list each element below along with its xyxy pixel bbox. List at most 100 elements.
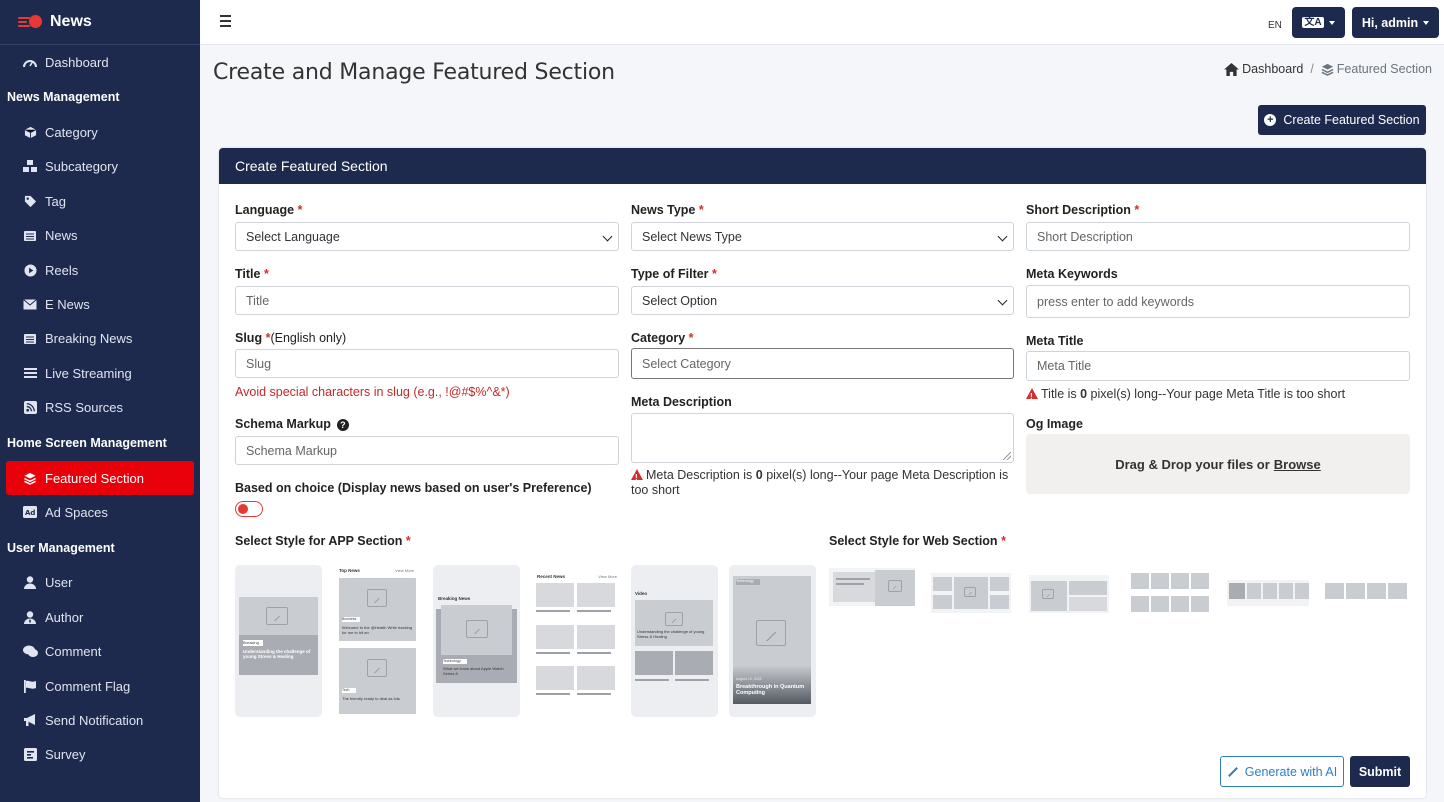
- generate-with-ai-label: Generate with AI: [1244, 764, 1338, 779]
- sidebar-item-label: E News: [45, 297, 90, 313]
- web-style-option[interactable]: [829, 568, 915, 606]
- web-style-option[interactable]: [1029, 575, 1109, 613]
- web-style-option[interactable]: [931, 573, 1011, 613]
- sidebar-item-live-streaming[interactable]: Live Streaming: [0, 356, 200, 390]
- sidebar: News Dashboard News Management Category Sub…: [0, 0, 200, 802]
- meta-description-warning: Meta Description is 0 pixel(s) long--You…: [631, 468, 1017, 498]
- title-label: Title *: [235, 267, 269, 281]
- schema-markup-input[interactable]: Schema Markup: [235, 436, 619, 465]
- bullhorn-icon: [22, 713, 38, 727]
- web-style-option[interactable]: [1129, 568, 1209, 620]
- meta-title-input[interactable]: Meta Title: [1026, 351, 1410, 381]
- list-icon: [22, 366, 38, 380]
- meta-description-label: Meta Description: [631, 395, 732, 409]
- title-input[interactable]: Title: [235, 286, 619, 315]
- user-dropdown-button[interactable]: Hi, admin: [1352, 7, 1439, 38]
- sidebar-item-label: Subcategory: [45, 159, 118, 175]
- breadcrumb-current: Featured Section: [1336, 62, 1432, 76]
- slug-input[interactable]: Slug: [235, 349, 619, 378]
- sidebar-item-survey[interactable]: Survey: [0, 738, 200, 772]
- sidebar-item-tag[interactable]: Tag: [0, 184, 200, 218]
- app-style-option[interactable]: Breaking Understanding the challenge of …: [235, 565, 322, 717]
- sidebar-item-e-news[interactable]: E News: [0, 287, 200, 321]
- news-type-select[interactable]: Select News Type: [631, 222, 1014, 251]
- layers-icon: [1321, 63, 1334, 76]
- web-style-label: Select Style for Web Section *: [829, 534, 1006, 548]
- create-featured-section-button[interactable]: + Create Featured Section: [1258, 105, 1426, 135]
- tag-icon: [22, 194, 38, 208]
- brand-name: News: [50, 13, 92, 30]
- sidebar-item-comment[interactable]: Comment: [0, 634, 200, 668]
- filter-type-label: Type of Filter *: [631, 267, 717, 281]
- app-style-option[interactable]: Top News View More Business Welcome to t…: [333, 565, 420, 717]
- generate-with-ai-button[interactable]: Generate with AI: [1220, 756, 1344, 787]
- user-greeting: Hi, admin: [1361, 15, 1419, 30]
- based-on-choice-label: Based on choice (Display news based on u…: [235, 481, 592, 495]
- sidebar-item-category[interactable]: Category: [0, 115, 200, 149]
- menu-toggle-icon[interactable]: [220, 15, 231, 30]
- og-image-dropzone[interactable]: Drag & Drop your files or Browse: [1026, 434, 1410, 494]
- sidebar-item-news[interactable]: News: [0, 219, 200, 253]
- sidebar-item-label: RSS Sources: [45, 400, 124, 416]
- sidebar-item-label: Ad Spaces: [45, 504, 108, 520]
- warning-icon: [631, 469, 643, 485]
- sidebar-item-reels[interactable]: Reels: [0, 253, 200, 287]
- resize-handle-icon[interactable]: [1003, 452, 1011, 460]
- svg-text:Ad: Ad: [25, 509, 35, 517]
- filter-type-select[interactable]: Select Option: [631, 286, 1014, 315]
- warning-icon: [1026, 388, 1038, 404]
- app-style-label: Select Style for APP Section *: [235, 534, 411, 548]
- user-icon: [22, 576, 38, 590]
- app-style-option[interactable]: Video Understanding the challenge of you…: [631, 565, 718, 717]
- rocket-logo-icon: [18, 14, 44, 30]
- sidebar-item-label: Reels: [45, 262, 79, 278]
- based-on-choice-toggle[interactable]: [235, 501, 263, 517]
- plus-circle-icon: +: [1264, 114, 1277, 126]
- sidebar-item-ad-spaces[interactable]: Ad Ad Spaces: [0, 495, 200, 529]
- page-title: Create and Manage Featured Section: [213, 60, 615, 85]
- card-title: Create Featured Section: [219, 148, 1426, 184]
- sidebar-item-label: Author: [45, 609, 84, 625]
- meta-keywords-input[interactable]: press enter to add keywords: [1026, 285, 1410, 318]
- submit-button[interactable]: Submit: [1350, 756, 1410, 787]
- short-description-label: Short Description *: [1026, 203, 1140, 217]
- sidebar-item-subcategory[interactable]: Subcategory: [0, 150, 200, 184]
- language-select[interactable]: Select Language: [235, 222, 619, 251]
- sidebar-item-user[interactable]: User: [0, 566, 200, 600]
- sidebar-item-breaking-news[interactable]: Breaking News: [0, 322, 200, 356]
- meta-title-warning: Title is 0 pixel(s) long--Your page Meta…: [1026, 387, 1345, 404]
- rss-icon: [22, 401, 38, 415]
- sidebar-item-comment-flag[interactable]: Comment Flag: [0, 669, 200, 703]
- sidebar-item-send-notification[interactable]: Send Notification: [0, 703, 200, 737]
- brand[interactable]: News: [0, 0, 200, 45]
- sidebar-item-rss-sources[interactable]: RSS Sources: [0, 391, 200, 425]
- sidebar-section-heading: Home Screen Management: [7, 435, 167, 450]
- slug-hint: Avoid special characters in slug (e.g., …: [235, 385, 510, 399]
- category-select[interactable]: Select Category: [631, 348, 1014, 379]
- caret-down-icon: [1328, 20, 1335, 25]
- cubes-icon: [22, 160, 38, 174]
- sidebar-item-featured-section[interactable]: Featured Section: [6, 460, 194, 496]
- app-style-option[interactable]: Recent News View More: [533, 565, 620, 717]
- browse-link[interactable]: Browse: [1274, 457, 1321, 472]
- sidebar-item-dashboard[interactable]: Dashboard: [0, 45, 200, 79]
- short-description-input[interactable]: Short Description: [1026, 222, 1410, 251]
- sidebar-item-label: User: [45, 575, 73, 591]
- language-dropdown-button[interactable]: 文A: [1292, 7, 1345, 38]
- web-style-option[interactable]: [1325, 580, 1409, 608]
- breadcrumb-dashboard-link[interactable]: Dashboard: [1242, 62, 1303, 76]
- web-style-option[interactable]: [1227, 580, 1309, 606]
- sidebar-item-label: Comment: [45, 644, 102, 660]
- sidebar-item-author[interactable]: Author: [0, 600, 200, 634]
- comments-icon: [22, 645, 38, 659]
- app-style-option[interactable]: Breaking News Technology What we know ab…: [433, 565, 520, 717]
- sidebar-section-heading: News Management: [7, 90, 120, 105]
- envelope-icon: [22, 298, 38, 312]
- meta-keywords-label: Meta Keywords: [1026, 267, 1118, 281]
- question-circle-icon[interactable]: ?: [336, 419, 349, 431]
- news-type-label: News Type *: [631, 203, 704, 217]
- poll-icon: [22, 748, 38, 762]
- sidebar-item-label: News: [45, 228, 78, 244]
- meta-description-textarea[interactable]: [631, 413, 1014, 463]
- app-style-option[interactable]: Technology August 10, 2023 Breakthrough …: [729, 565, 816, 717]
